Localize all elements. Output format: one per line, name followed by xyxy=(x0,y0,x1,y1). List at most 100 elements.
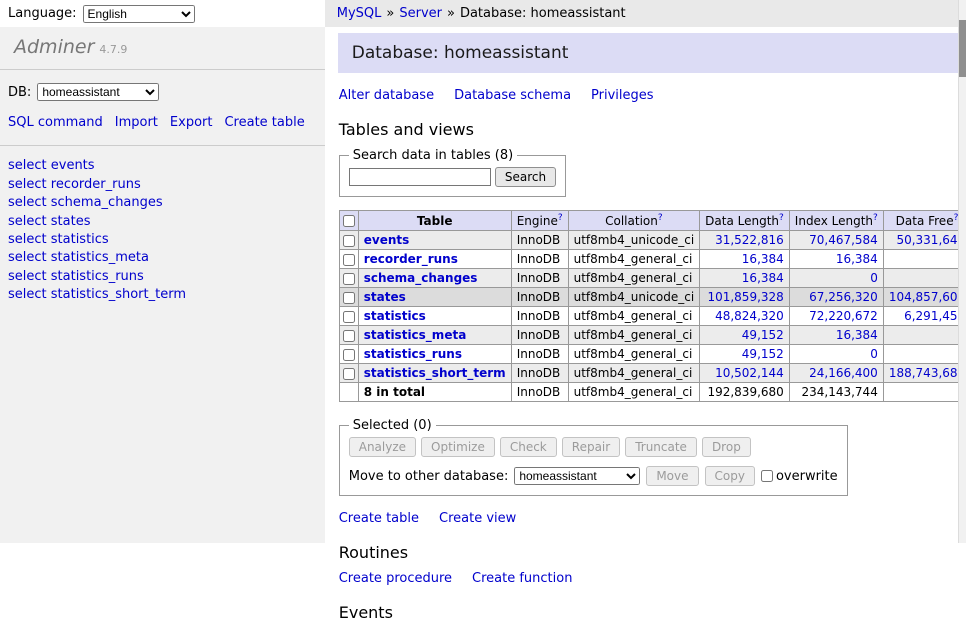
sidebar-table-link[interactable]: select statistics_meta xyxy=(8,249,317,267)
copy-button[interactable]: Copy xyxy=(705,466,755,486)
column-header[interactable]: Data Length? xyxy=(700,211,790,231)
table-row: recorder_runsInnoDButf8mb4_general_ci16,… xyxy=(339,250,966,269)
sidebar-table-link[interactable]: select statistics xyxy=(8,231,317,249)
sidebar-action-link[interactable]: SQL command xyxy=(8,115,103,130)
create-link[interactable]: Create view xyxy=(439,511,516,526)
column-header[interactable]: Engine? xyxy=(511,211,568,231)
sidebar-table-links: select eventsselect recorder_runsselect … xyxy=(0,146,325,316)
data-free-link[interactable]: 6,291,456 xyxy=(904,309,965,323)
sidebar-table-link[interactable]: select statistics_short_term xyxy=(8,286,317,304)
search-button[interactable]: Search xyxy=(495,167,556,187)
column-header[interactable]: Collation? xyxy=(568,211,700,231)
overwrite-checkbox[interactable] xyxy=(761,470,773,482)
table-name-link[interactable]: statistics_short_term xyxy=(364,366,506,380)
main-content: Database: homeassistant Alter databaseDa… xyxy=(325,27,966,631)
row-checkbox[interactable] xyxy=(343,292,355,304)
row-select-cell xyxy=(339,231,358,250)
move-db-select[interactable]: homeassistant xyxy=(514,467,640,485)
sidebar-action-link[interactable]: Import xyxy=(115,115,158,130)
create-link[interactable]: Create table xyxy=(339,511,419,526)
drop-button[interactable]: Drop xyxy=(702,437,751,457)
language-select[interactable]: English xyxy=(83,5,195,23)
analyze-button[interactable]: Analyze xyxy=(349,437,416,457)
data-length-link[interactable]: 101,859,328 xyxy=(707,290,783,304)
row-checkbox[interactable] xyxy=(343,330,355,342)
index-length-link[interactable]: 16,384 xyxy=(836,252,878,266)
data-length-link[interactable]: 49,152 xyxy=(742,328,784,342)
index-length-link[interactable]: 0 xyxy=(870,271,878,285)
table-name-link[interactable]: states xyxy=(364,290,406,304)
database-link[interactable]: Alter database xyxy=(339,88,434,103)
data-free-link[interactable]: 188,743,680 xyxy=(889,366,965,380)
row-checkbox[interactable] xyxy=(343,273,355,285)
sidebar-action-link[interactable]: Export xyxy=(170,115,213,130)
vertical-scrollbar[interactable] xyxy=(958,0,966,543)
data-length-link[interactable]: 49,152 xyxy=(742,347,784,361)
sidebar-table-link[interactable]: select events xyxy=(8,157,317,175)
data-length-link[interactable]: 16,384 xyxy=(742,252,784,266)
truncate-button[interactable]: Truncate xyxy=(625,437,697,457)
table-name-link[interactable]: statistics_meta xyxy=(364,328,467,342)
data-free-cell: 0 xyxy=(883,269,966,288)
data-length-link[interactable]: 31,522,816 xyxy=(715,233,784,247)
table-name-link[interactable]: statistics_runs xyxy=(364,347,462,361)
index-length-link[interactable]: 16,384 xyxy=(836,328,878,342)
search-input[interactable] xyxy=(349,168,491,186)
table-name-link[interactable]: events xyxy=(364,233,410,247)
sidebar-table-link[interactable]: select schema_changes xyxy=(8,194,317,212)
sidebar-table-link[interactable]: select recorder_runs xyxy=(8,176,317,194)
repair-button[interactable]: Repair xyxy=(562,437,620,457)
breadcrumb-link[interactable]: MySQL xyxy=(337,6,382,21)
table-row: statistics_runsInnoDButf8mb4_general_ci4… xyxy=(339,345,966,364)
doc-help-link[interactable]: ? xyxy=(558,213,563,223)
data-length-link[interactable]: 10,502,144 xyxy=(715,366,784,380)
data-free-cell: 188,743,680 xyxy=(883,364,966,383)
db-select[interactable]: homeassistant xyxy=(37,83,159,101)
data-free-link[interactable]: 104,857,600 xyxy=(889,290,965,304)
data-length-link[interactable]: 16,384 xyxy=(742,271,784,285)
row-checkbox[interactable] xyxy=(343,349,355,361)
index-length-link[interactable]: 72,220,672 xyxy=(809,309,878,323)
index-length-cell: 16,384 xyxy=(789,250,883,269)
doc-help-link[interactable]: ? xyxy=(658,213,663,223)
row-select-cell xyxy=(339,307,358,326)
data-free-link[interactable]: 50,331,648 xyxy=(896,233,965,247)
sidebar-action-links: SQL command Import Export Create table xyxy=(0,103,325,146)
move-button[interactable]: Move xyxy=(646,466,698,486)
index-length-link[interactable]: 24,166,400 xyxy=(809,366,878,380)
row-checkbox[interactable] xyxy=(343,368,355,380)
routine-link[interactable]: Create procedure xyxy=(339,571,452,586)
row-checkbox[interactable] xyxy=(343,254,355,266)
routine-link[interactable]: Create function xyxy=(472,571,572,586)
data-length-link[interactable]: 48,824,320 xyxy=(715,309,784,323)
table-name-link[interactable]: statistics xyxy=(364,309,426,323)
adminer-brand-link[interactable]: Adminer xyxy=(14,36,94,58)
column-header[interactable]: Data Free? xyxy=(883,211,966,231)
index-length-link[interactable]: 67,256,320 xyxy=(809,290,878,304)
breadcrumb-separator: » xyxy=(386,6,394,21)
table-name-link[interactable]: schema_changes xyxy=(364,271,478,285)
optimize-button[interactable]: Optimize xyxy=(421,437,495,457)
scrollbar-thumb[interactable] xyxy=(959,20,966,77)
select-all-checkbox[interactable] xyxy=(343,215,355,227)
row-checkbox[interactable] xyxy=(343,235,355,247)
index-length-cell: 67,256,320 xyxy=(789,288,883,307)
doc-help-link[interactable]: ? xyxy=(779,213,784,223)
breadcrumb-link[interactable]: Server xyxy=(399,6,442,21)
table-name-link[interactable]: recorder_runs xyxy=(364,252,458,266)
check-button[interactable]: Check xyxy=(500,437,557,457)
sidebar-action-link[interactable]: Create table xyxy=(224,115,304,130)
right-column: MySQL»Server»Database: homeassistant Log… xyxy=(325,0,966,543)
column-header[interactable]: Index Length? xyxy=(789,211,883,231)
index-length-link[interactable]: 0 xyxy=(870,347,878,361)
doc-help-link[interactable]: ? xyxy=(873,213,878,223)
sidebar-table-link[interactable]: select statistics_runs xyxy=(8,268,317,286)
sidebar-table-link[interactable]: select states xyxy=(8,213,317,231)
tables-table-header: TableEngine?Collation?Data Length?Index … xyxy=(339,211,966,231)
database-link[interactable]: Database schema xyxy=(454,88,571,103)
engine-cell: InnoDB xyxy=(511,269,568,288)
database-link[interactable]: Privileges xyxy=(591,88,654,103)
column-header[interactable]: Table xyxy=(358,211,511,231)
index-length-link[interactable]: 70,467,584 xyxy=(809,233,878,247)
row-checkbox[interactable] xyxy=(343,311,355,323)
